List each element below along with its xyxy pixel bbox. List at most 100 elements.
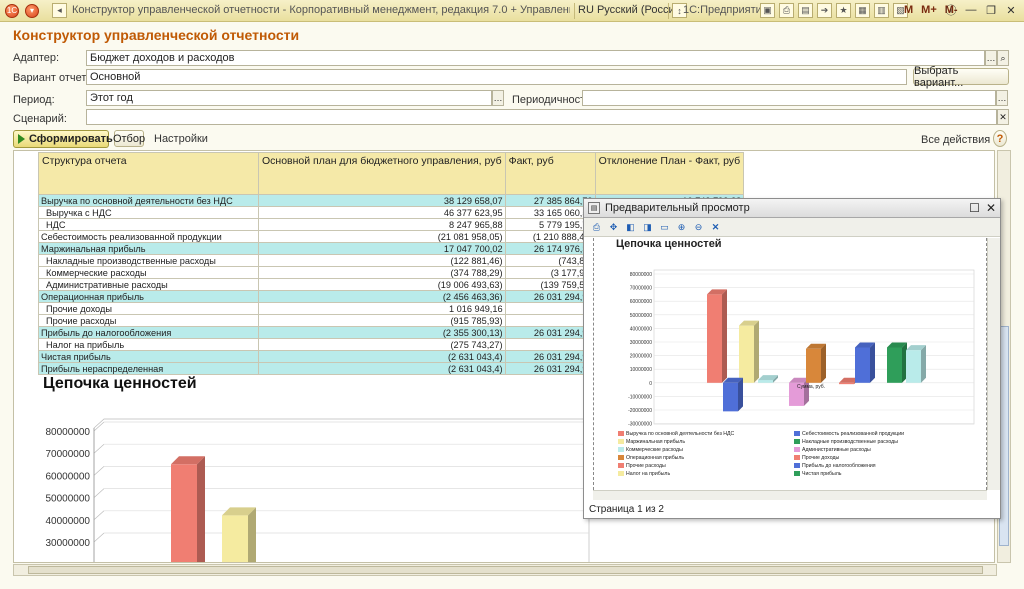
preview-toolbar: ⎙ ✥ ◧ ◨ ▭ ⊕ ⊖ ✕ <box>584 218 1000 237</box>
document-icon[interactable]: ▦ <box>855 3 870 18</box>
row-plan: (2 631 043,4) <box>258 362 506 375</box>
row-plan: 8 247 965,88 <box>258 218 506 231</box>
row-fact: 26 174 976,34 <box>504 242 596 255</box>
preview-close-icon[interactable]: ✕ <box>986 201 996 215</box>
row-fact <box>504 338 596 351</box>
legend-item: Коммерческие расходы <box>618 447 683 454</box>
preview-icon[interactable]: ▤ <box>798 3 813 18</box>
preview-maximize-icon[interactable]: ☐ <box>969 201 980 215</box>
scenario-clear-icon[interactable]: ✕ <box>997 109 1009 125</box>
bar-side <box>738 377 743 412</box>
row-name: Выручка по основной деятельности без НДС <box>38 194 259 207</box>
y-tick-label: -10000000 <box>628 394 652 400</box>
legend-swatch <box>794 439 800 444</box>
adapter-field[interactable]: Бюджет доходов и расходов <box>86 50 985 66</box>
zoom-in-icon[interactable]: ⊕ <box>675 221 688 234</box>
back-icon[interactable]: ◂ <box>52 3 67 18</box>
save-icon[interactable]: ▣ <box>760 3 775 18</box>
mem-plus-button[interactable]: M+ <box>921 4 937 16</box>
bar <box>839 382 854 385</box>
generate-button[interactable]: Сформировать <box>13 130 113 148</box>
periodicity-field[interactable] <box>582 90 996 106</box>
row-name: Прибыль до налогообложения <box>38 326 259 339</box>
legend-label: Операционная прибыль <box>626 455 685 461</box>
filter-button[interactable]: Отбор <box>113 130 145 147</box>
adapter-label: Адаптер: <box>13 52 60 64</box>
print-icon[interactable]: ⎙ <box>590 221 603 234</box>
preview-window-icon: ▤ <box>588 202 600 214</box>
mem-button[interactable]: M <box>904 4 913 16</box>
y-tick-label: 60000000 <box>46 471 91 482</box>
calendar-icon[interactable]: ▥ <box>874 3 889 18</box>
horizontal-scrollbar[interactable] <box>13 564 997 576</box>
row-fact: (139 759,53) <box>504 278 596 291</box>
row-name: Прочие расходы <box>38 314 259 327</box>
move-icon[interactable]: ✥ <box>607 221 620 234</box>
chart-annotation: Сумма, руб. <box>797 384 825 390</box>
menu-arrow-icon[interactable]: ▾ <box>24 3 40 19</box>
row-fact: (743,89) <box>504 254 596 267</box>
minimize-icon[interactable]: — <box>964 3 978 17</box>
header-fact: Факт, руб <box>504 152 596 195</box>
page-setup-icon[interactable]: ◧ <box>624 221 637 234</box>
header-plan: Основной план для бюджетного управления,… <box>258 152 506 195</box>
restore-icon[interactable]: ❐ <box>984 3 998 17</box>
legend-label: Выручка по основной деятельности без НДС <box>626 431 735 437</box>
legend-label: Маржинальная прибыль <box>626 439 686 445</box>
scenario-field[interactable] <box>86 109 997 125</box>
favorite-icon[interactable]: ★ <box>836 3 851 18</box>
y-tick-label: 50000000 <box>46 494 91 505</box>
bar <box>707 294 722 383</box>
row-name: Накладные производственные расходы <box>38 254 259 267</box>
y-tick-label: 80000000 <box>630 272 652 278</box>
bar <box>806 348 821 383</box>
periodicity-select-button[interactable]: … <box>996 90 1008 106</box>
close-icon[interactable]: ✕ <box>1004 3 1018 17</box>
preview-page: Цепочка ценностей 80000000 70000000 600000… <box>593 238 987 490</box>
title-toolbar: ▣ ⎙ ▤ ➔ ★ ▦ ▥ ▧ <box>760 3 908 18</box>
forward-icon[interactable]: ➔ <box>817 3 832 18</box>
preview-title-bar: ▤ Предварительный просмотр ☐ ✕ <box>584 199 1000 218</box>
period-select-button[interactable]: … <box>492 90 504 106</box>
info-icon[interactable]: ⓘ <box>944 3 958 17</box>
row-name: Операционная прибыль <box>38 290 259 303</box>
row-fact: 26 031 294,95 <box>504 362 596 375</box>
period-field[interactable]: Этот год <box>86 90 492 106</box>
preview-horizontal-scrollbar[interactable] <box>593 490 987 500</box>
legend-item: Чистая прибыль <box>794 471 841 478</box>
bar <box>723 382 738 412</box>
preview-window[interactable]: ▤ Предварительный просмотр ☐ ✕ ⎙ ✥ ◧ ◨ ▭… <box>583 198 1001 519</box>
legend-swatch <box>618 447 624 452</box>
settings-link[interactable]: Настройки <box>154 133 208 145</box>
row-fact: 33 165 060,52 <box>504 206 596 219</box>
row-plan: (21 081 958,05) <box>258 230 506 243</box>
print-icon[interactable]: ⎙ <box>779 3 794 18</box>
legend-item: Себестоимость реализованной продукции <box>794 431 904 438</box>
bar <box>171 464 197 562</box>
legend-swatch <box>794 463 800 468</box>
mode-label: 1С:Предприятие <box>683 4 768 16</box>
close-preview-icon[interactable]: ✕ <box>709 221 722 234</box>
fit-page-icon[interactable]: ▭ <box>658 221 671 234</box>
y-tick-label: 0 <box>649 381 652 387</box>
row-name: Административные расходы <box>38 278 259 291</box>
app-logo-icon[interactable]: 1С <box>4 3 20 19</box>
help-button[interactable]: ? <box>993 130 1007 147</box>
choose-variant-button[interactable]: Выбрать вариант... <box>913 65 1009 89</box>
preview-vertical-scrollbar[interactable] <box>987 238 1000 490</box>
all-actions-menu[interactable]: Все действия ▾ <box>921 133 999 146</box>
legend-swatch <box>618 439 624 444</box>
y-tick-label: 70000000 <box>630 286 652 292</box>
y-tick-label: 10000000 <box>630 367 652 373</box>
legend-label: Прочие доходы <box>802 455 840 461</box>
legend-label: Чистая прибыль <box>802 471 842 477</box>
row-fact: 26 031 294,95 <box>504 350 596 363</box>
page-layout-icon[interactable]: ◨ <box>641 221 654 234</box>
main-chart-title: Цепочка ценностей <box>43 375 197 392</box>
y-tick-label: 20000000 <box>630 354 652 360</box>
row-plan: 46 377 623,95 <box>258 206 506 219</box>
horizontal-scroll-thumb[interactable] <box>28 566 983 574</box>
play-icon <box>18 134 25 144</box>
variant-field[interactable]: Основной <box>86 69 907 85</box>
zoom-out-icon[interactable]: ⊖ <box>692 221 705 234</box>
